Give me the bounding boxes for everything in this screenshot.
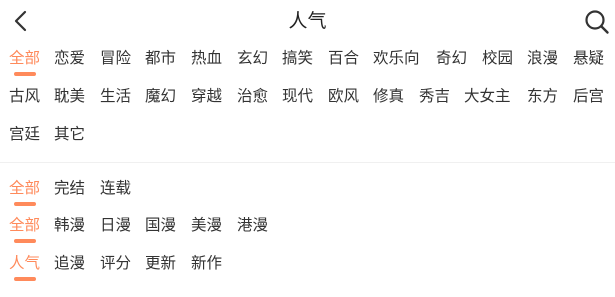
genre-chip[interactable]: 冒险 <box>100 47 131 73</box>
search-button[interactable] <box>583 8 611 36</box>
top-bar: 人气 <box>0 0 615 42</box>
genre-chip[interactable]: 东方 <box>527 85 558 111</box>
genre-chip[interactable]: 百合 <box>328 47 359 73</box>
genre-chip[interactable]: 秀吉 <box>419 85 450 111</box>
region-chip[interactable]: 全部 <box>9 214 40 243</box>
genre-chip[interactable]: 欧风 <box>328 85 359 111</box>
search-icon <box>585 10 609 34</box>
genre-chip[interactable]: 奇幻 <box>436 47 467 73</box>
sort-chip[interactable]: 人气 <box>9 252 40 281</box>
status-chip[interactable]: 全部 <box>9 177 40 206</box>
genre-chip[interactable]: 大女主 <box>464 85 511 111</box>
region-chip[interactable]: 国漫 <box>145 214 176 240</box>
region-chip[interactable]: 港漫 <box>237 214 268 240</box>
sort-chip[interactable]: 新作 <box>191 252 222 278</box>
genre-chip[interactable]: 玄幻 <box>237 47 268 73</box>
genre-chip[interactable]: 欢乐向 <box>373 47 420 73</box>
genre-chip[interactable]: 全部 <box>9 47 40 76</box>
status-chip[interactable]: 完结 <box>54 177 85 203</box>
genre-chip[interactable]: 魔幻 <box>145 85 176 111</box>
genre-chip[interactable]: 宫廷 <box>9 123 40 149</box>
genre-chip[interactable]: 后宫 <box>573 85 604 111</box>
region-chip[interactable]: 美漫 <box>191 214 222 240</box>
status-chip[interactable]: 连载 <box>100 177 131 203</box>
section-divider <box>0 162 615 163</box>
genre-chip[interactable]: 搞笑 <box>282 47 313 73</box>
genre-chip[interactable]: 古风 <box>9 85 40 111</box>
genre-chip[interactable]: 生活 <box>100 85 131 111</box>
genre-chip[interactable]: 治愈 <box>237 85 268 111</box>
region-chip[interactable]: 日漫 <box>100 214 131 240</box>
sort-chip[interactable]: 更新 <box>145 252 176 278</box>
genre-chip[interactable]: 热血 <box>191 47 222 73</box>
genre-chip[interactable]: 其它 <box>54 123 85 149</box>
genre-chip[interactable]: 悬疑 <box>573 47 604 73</box>
genre-chip[interactable]: 穿越 <box>191 85 222 111</box>
sort-chip[interactable]: 评分 <box>100 252 131 278</box>
page-title: 人气 <box>288 10 327 32</box>
region-chip[interactable]: 韩漫 <box>54 214 85 240</box>
genre-chip[interactable]: 浪漫 <box>527 47 558 73</box>
genre-chip[interactable]: 都市 <box>145 47 176 73</box>
genre-chip[interactable]: 修真 <box>373 85 404 111</box>
sort-chip[interactable]: 追漫 <box>54 252 85 278</box>
genre-chip[interactable]: 耽美 <box>54 85 85 111</box>
genre-chip[interactable]: 恋爱 <box>54 47 85 73</box>
genre-chip[interactable]: 校园 <box>482 47 513 73</box>
genre-chip[interactable]: 现代 <box>282 85 313 111</box>
